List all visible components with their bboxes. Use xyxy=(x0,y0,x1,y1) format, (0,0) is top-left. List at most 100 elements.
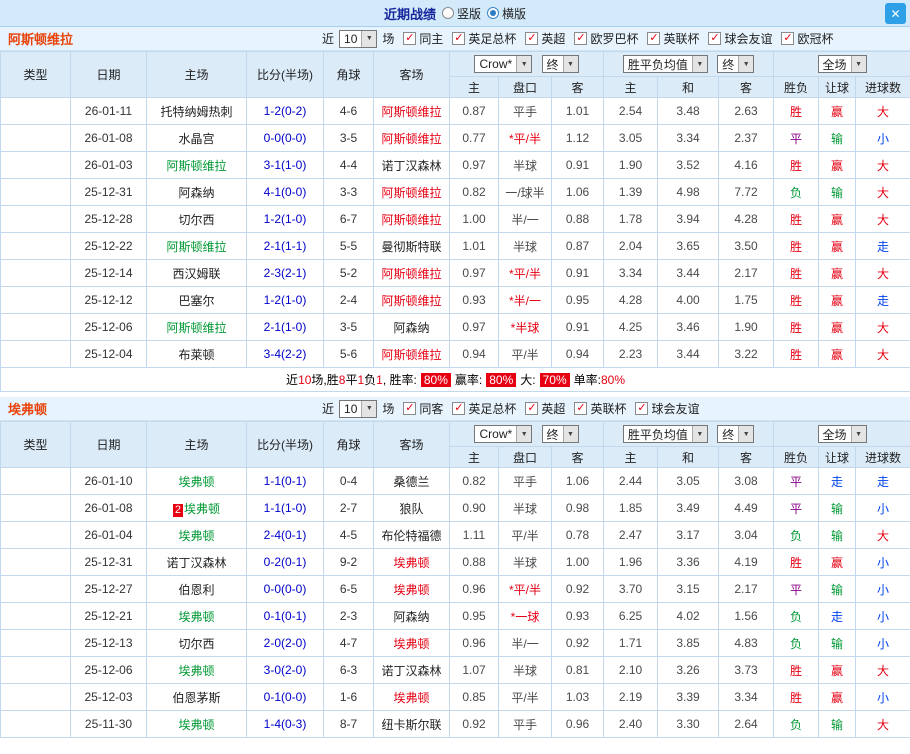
league-cell: 英足总杯 xyxy=(0,467,71,495)
handicap-result-cell: 赢 xyxy=(818,656,857,684)
matches-body: 英足总杯 26-01-11 托特纳姆热刺 1-2(0-2) 4-6 阿斯顿维拉 … xyxy=(0,97,910,368)
win-odds-cell: 2.40 xyxy=(603,710,659,738)
league-filters: ✓ 同主 ✓ 英足总杯 ✓ 英超 ✓ 欧罗巴杯 ✓ 英联杯 ✓ 球会友谊 ✓ 欧… xyxy=(403,30,834,47)
date-cell: 25-12-22 xyxy=(70,232,147,260)
league-cell: 英超 xyxy=(0,205,71,233)
home-odds-cell: 0.93 xyxy=(449,286,499,314)
score-cell: 0-1(0-1) xyxy=(246,602,324,630)
score-cell: 1-1(1-0) xyxy=(246,494,324,522)
filter-checkbox[interactable]: ✓ 同主 xyxy=(403,30,443,47)
score-cell: 2-1(1-1) xyxy=(246,232,324,260)
away-odds-cell: 0.93 xyxy=(550,602,605,630)
score-cell: 2-4(0-1) xyxy=(246,521,324,549)
draw-odds-cell: 3.26 xyxy=(657,656,720,684)
table-row: 英足总杯 26-01-11 托特纳姆热刺 1-2(0-2) 4-6 阿斯顿维拉 … xyxy=(0,97,910,125)
league-filters: ✓ 同客 ✓ 英足总杯 ✓ 英超 ✓ 英联杯 ✓ 球会友谊 xyxy=(403,400,699,417)
home-team: 布莱顿 xyxy=(178,347,215,362)
win-odds-cell: 2.10 xyxy=(603,656,659,684)
games-count-select[interactable]: 10 ▼ xyxy=(339,29,378,48)
avg-odds-select[interactable]: 胜平负均值 ▼ xyxy=(622,55,708,73)
team-name: 阿斯顿维拉 xyxy=(8,32,74,47)
draw-odds-cell: 3.15 xyxy=(657,575,720,603)
handicap-result-cell: 赢 xyxy=(818,151,857,179)
league-cell: 英超 xyxy=(0,340,71,368)
odds-state-select[interactable]: 终 ▼ xyxy=(541,55,579,73)
filter-checkbox-label: 同客 xyxy=(419,402,444,416)
filter-checkbox[interactable]: ✓ 球会友谊 xyxy=(635,400,699,417)
filter-checkbox[interactable]: ✓ 英足总杯 xyxy=(452,30,516,47)
corner-cell: 2-3 xyxy=(323,602,374,630)
scope-select[interactable]: 全场 ▼ xyxy=(817,55,867,73)
col-odds-lose: 客 xyxy=(718,446,775,468)
filter-checkbox[interactable]: ✓ 英足总杯 xyxy=(452,400,516,417)
win-odds-cell: 6.25 xyxy=(603,602,659,630)
chevron-down-icon: ▼ xyxy=(691,426,707,442)
home-team: 西汉姆联 xyxy=(172,266,221,281)
radio-horizontal-layout[interactable]: 横版 xyxy=(487,5,526,22)
home-team: 埃弗顿 xyxy=(178,474,215,489)
col-odds-lose: 客 xyxy=(718,76,775,98)
away-team: 桑德兰 xyxy=(393,474,430,489)
win-odds-cell: 2.04 xyxy=(603,232,659,260)
corner-cell: 4-4 xyxy=(323,151,374,179)
date-cell: 25-12-14 xyxy=(70,259,147,287)
scope-select[interactable]: 全场 ▼ xyxy=(817,425,867,443)
away-odds-cell: 1.06 xyxy=(550,178,605,206)
draw-odds-cell: 3.44 xyxy=(657,340,720,368)
lose-odds-cell: 3.04 xyxy=(718,521,775,549)
avg-odds-select[interactable]: 胜平负均值 ▼ xyxy=(622,425,708,443)
goals-cell: 大 xyxy=(855,178,910,206)
result-cell: 胜 xyxy=(773,97,820,125)
result-cell: 胜 xyxy=(773,232,820,260)
col-handicap-away: 客 xyxy=(550,76,605,98)
table-row: 欧罗巴杯 25-12-12 巴塞尔 1-2(1-0) 2-4 阿斯顿维拉 0.9… xyxy=(0,286,910,314)
home-team: 切尔西 xyxy=(178,636,215,651)
lose-odds-cell: 3.34 xyxy=(718,683,775,711)
away-cell: 阿斯顿维拉 xyxy=(373,340,450,368)
away-team: 埃弗顿 xyxy=(393,690,430,705)
date-cell: 26-01-11 xyxy=(70,97,147,125)
filter-checkbox[interactable]: ✓ 英超 xyxy=(525,400,565,417)
away-team: 诺丁汉森林 xyxy=(381,663,442,678)
avg-state-select[interactable]: 终 ▼ xyxy=(717,55,755,73)
home-cell: 埃弗顿 xyxy=(146,467,247,495)
filter-checkbox[interactable]: ✓ 同客 xyxy=(403,400,443,417)
odds-company-select[interactable]: Crow* ▼ xyxy=(474,55,533,73)
col-away: 客场 xyxy=(373,51,450,98)
filter-checkbox[interactable]: ✓ 英联杯 xyxy=(574,400,626,417)
games-count-select[interactable]: 10 ▼ xyxy=(339,399,378,418)
avg-state-select[interactable]: 终 ▼ xyxy=(717,425,755,443)
home-odds-cell: 0.88 xyxy=(449,548,499,576)
checkbox-checked-icon: ✓ xyxy=(452,402,466,415)
lose-odds-cell: 4.28 xyxy=(718,205,775,233)
odds-company-header: Crow* ▼ 终 ▼ xyxy=(448,421,605,447)
filter-checkbox[interactable]: ✓ 英超 xyxy=(525,30,565,47)
corner-cell: 8-7 xyxy=(323,710,374,738)
filter-checkbox[interactable]: ✓ 欧冠杯 xyxy=(781,30,834,47)
filter-checkbox[interactable]: ✓ 欧罗巴杯 xyxy=(574,30,638,47)
close-button[interactable]: ✕ xyxy=(885,3,906,24)
goals-cell: 大 xyxy=(855,313,910,341)
filter-checkbox[interactable]: ✓ 英联杯 xyxy=(647,30,699,47)
away-cell: 纽卡斯尔联 xyxy=(373,710,450,738)
home-team: 诺丁汉森林 xyxy=(166,555,227,570)
date-cell: 25-12-31 xyxy=(70,178,147,206)
home-cell: 切尔西 xyxy=(146,629,247,657)
filter-checkbox[interactable]: ✓ 球会友谊 xyxy=(708,30,772,47)
result-cell: 负 xyxy=(773,629,820,657)
date-cell: 26-01-08 xyxy=(70,124,147,152)
table-row: 英超 25-12-31 诺丁汉森林 0-2(0-1) 9-2 埃弗顿 0.88 … xyxy=(0,548,910,576)
date-cell: 25-12-27 xyxy=(70,575,147,603)
checkbox-checked-icon: ✓ xyxy=(574,402,588,415)
radio-vertical-label: 竖版 xyxy=(456,6,481,21)
table-row: 英超 26-01-03 阿斯顿维拉 3-1(1-0) 4-4 诺丁汉森林 0.9… xyxy=(0,151,910,179)
odds-state-select[interactable]: 终 ▼ xyxy=(541,425,579,443)
handicap-cell: 平手 xyxy=(498,467,552,495)
win-odds-cell: 2.47 xyxy=(603,521,659,549)
away-cell: 埃弗顿 xyxy=(373,548,450,576)
table-row: 英超 25-12-14 西汉姆联 2-3(2-1) 5-2 阿斯顿维拉 0.97… xyxy=(0,259,910,287)
goals-cell: 小 xyxy=(855,548,910,576)
odds-company-select[interactable]: Crow* ▼ xyxy=(474,425,533,443)
checkbox-checked-icon: ✓ xyxy=(708,32,722,45)
radio-vertical-layout[interactable]: 竖版 xyxy=(441,5,481,22)
